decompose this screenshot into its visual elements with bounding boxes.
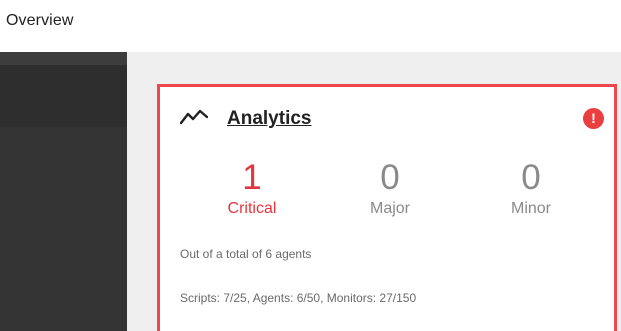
resource-counts-summary: Scripts: 7/25, Agents: 6/50, Monitors: 2… (180, 291, 417, 305)
exclamation-icon: ! (583, 108, 604, 129)
left-panel (0, 52, 127, 331)
page-title: Overview (6, 12, 74, 29)
left-panel-top-strip (0, 52, 127, 65)
major-metric: 0 Major (345, 159, 435, 219)
critical-metric: 1 Critical (207, 159, 297, 219)
analytics-card: Analytics ! 1 Critical 0 Major 0 Minor O… (157, 84, 617, 331)
critical-label: Critical (227, 200, 277, 217)
minor-label: Minor (510, 200, 551, 217)
overview-page: Overview Analytics ! 1 Critical 0 Major … (0, 0, 621, 331)
left-panel-dark-band (0, 65, 127, 127)
agents-summary: Out of a total of 6 agents (180, 247, 312, 261)
page-header: Overview (0, 0, 621, 52)
minor-metric: 0 Minor (486, 159, 576, 219)
major-count: 0 (380, 158, 400, 197)
minor-count: 0 (521, 158, 541, 197)
critical-count: 1 (242, 158, 262, 197)
analytics-link[interactable]: Analytics (227, 108, 311, 130)
major-label: Major (369, 200, 410, 217)
main-content-area: Analytics ! 1 Critical 0 Major 0 Minor O… (127, 52, 621, 331)
trend-line-icon (180, 109, 208, 125)
